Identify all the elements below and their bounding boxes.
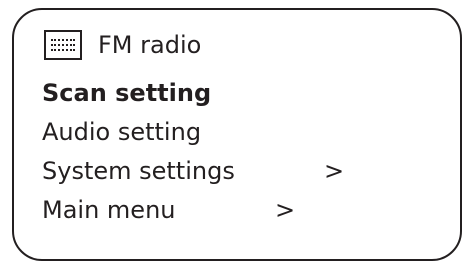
menu-item-audio-setting[interactable]: Audio setting [42,113,372,152]
menu-item-scan-setting[interactable]: Scan setting [42,74,372,113]
menu-item-label: Audio setting [42,118,202,146]
mode-title: FM radio [98,31,202,59]
menu-item-system-settings[interactable]: System settings > [42,152,372,191]
menu-list: Scan setting Audio setting System settin… [42,74,372,230]
menu-item-label: Scan setting [42,79,212,107]
menu-item-label: Main menu [42,196,176,224]
radio-icon [44,30,82,60]
menu-item-label: System settings [42,157,235,185]
submenu-arrow-icon: > [275,196,296,224]
menu-item-main-menu[interactable]: Main menu > [42,191,372,230]
display-header: FM radio [44,27,201,63]
submenu-arrow-icon: > [324,157,345,185]
radio-display: FM radio Scan setting Audio setting Syst… [12,8,462,261]
